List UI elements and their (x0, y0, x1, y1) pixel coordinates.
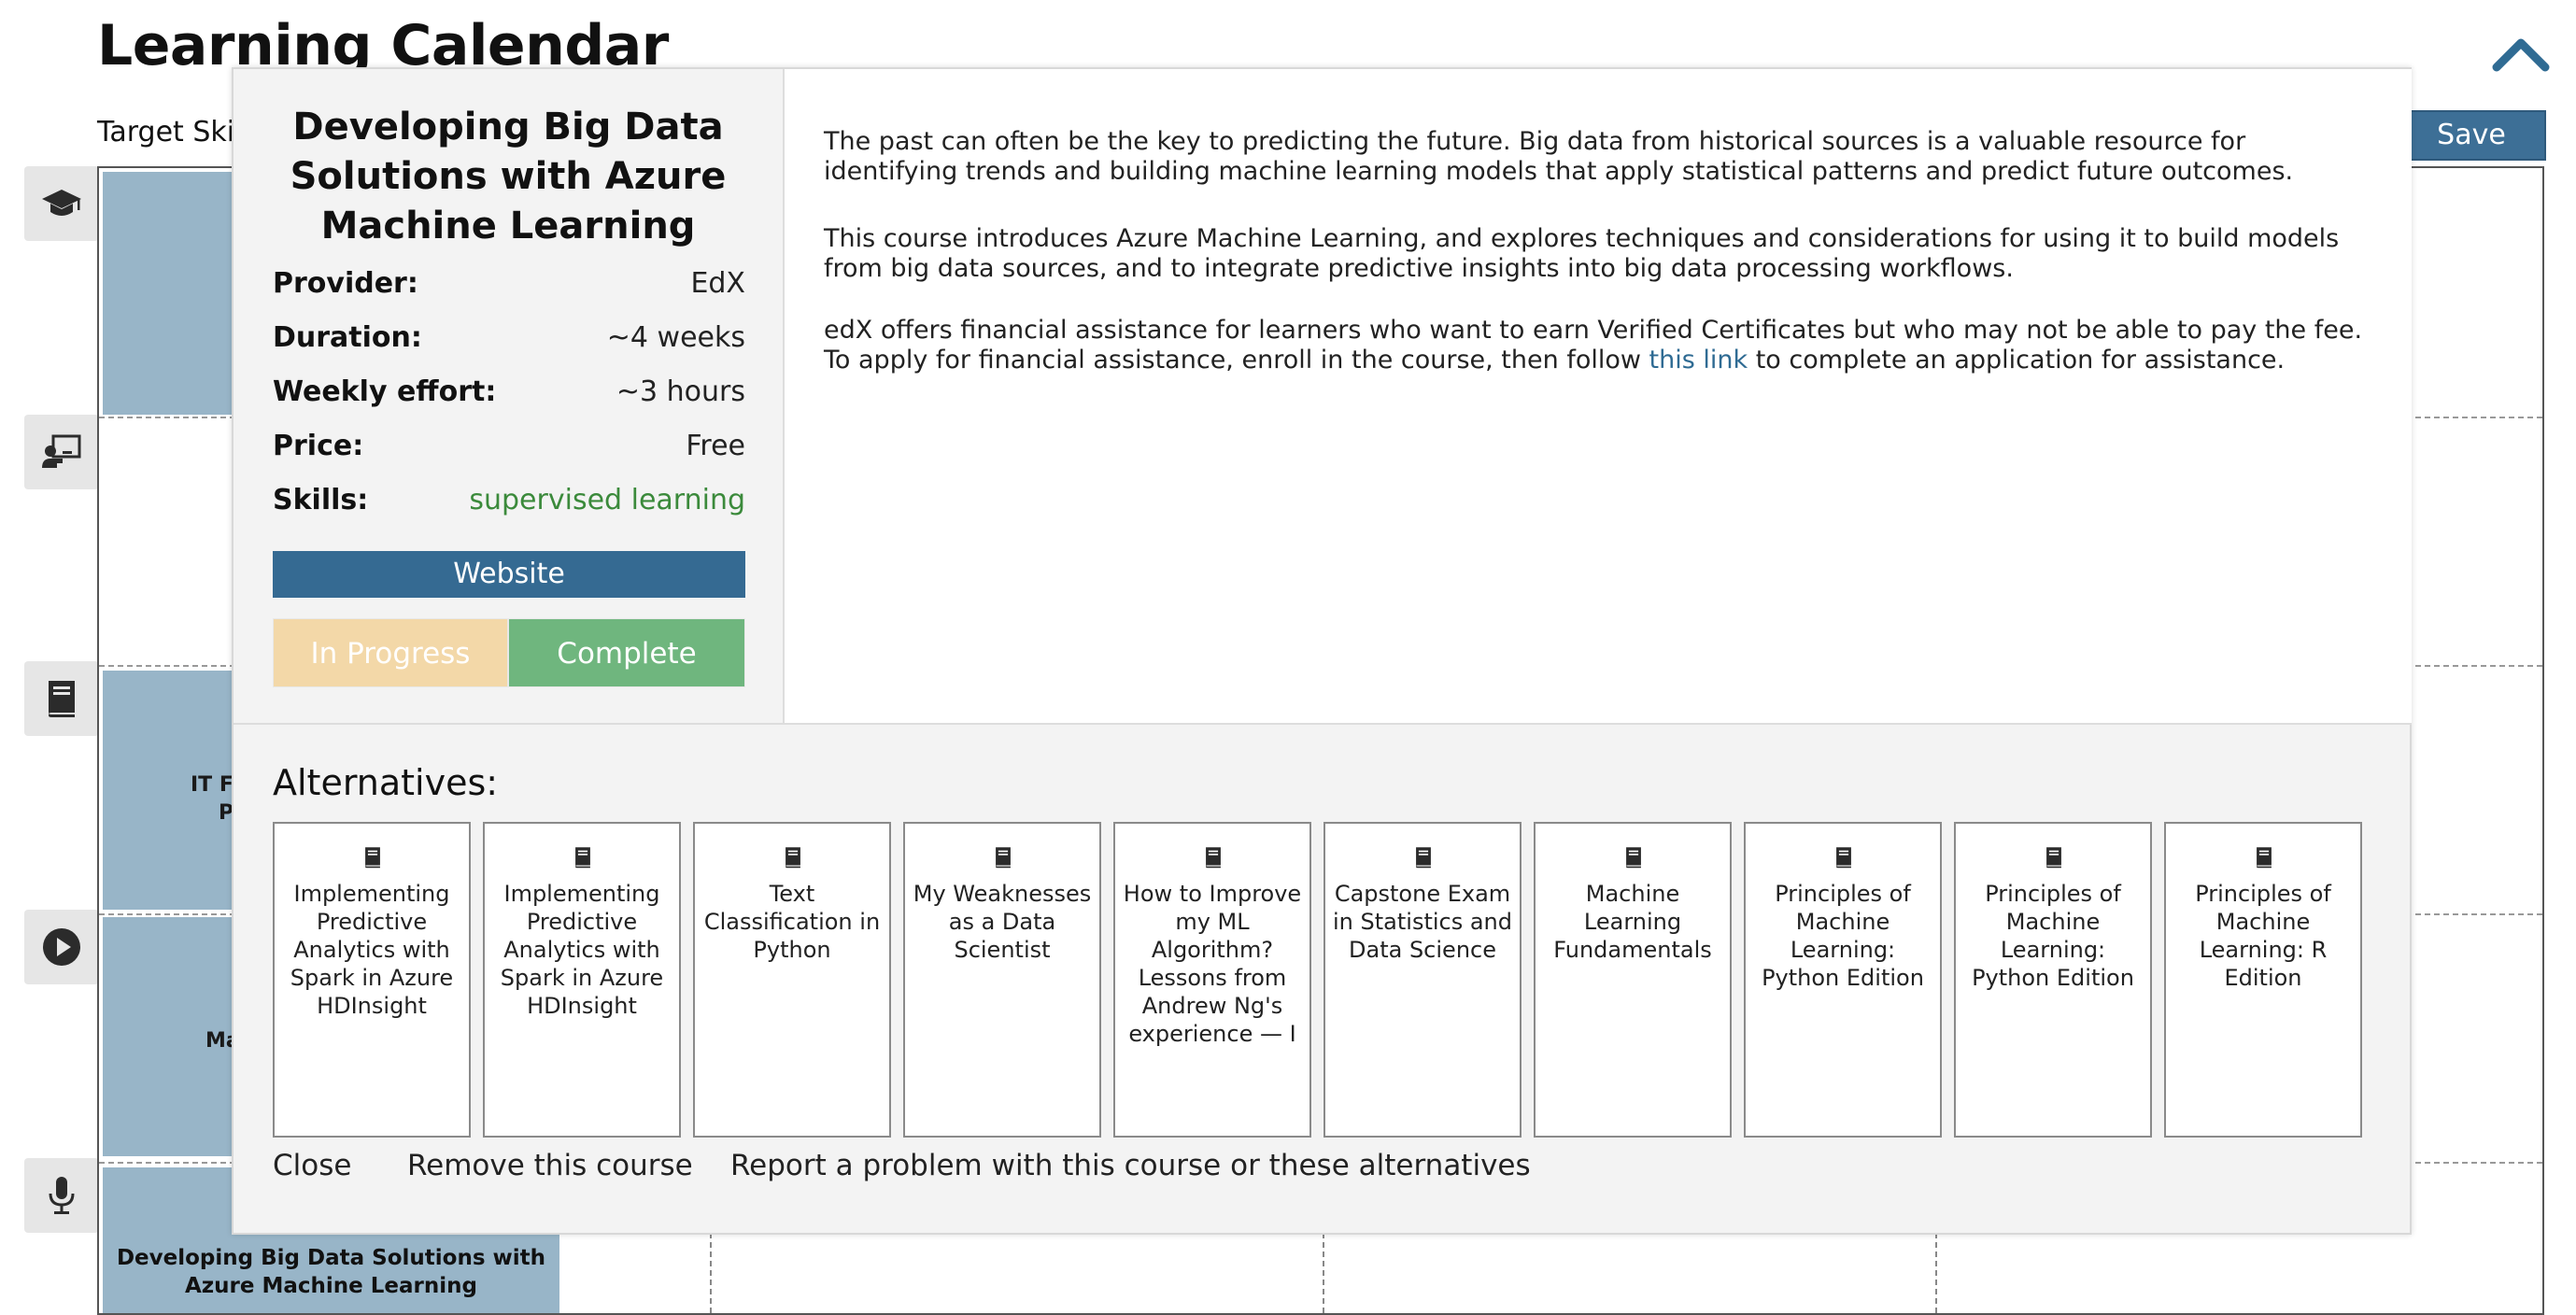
price-value: Free (686, 429, 745, 462)
weekly-effort-value: ~3 hours (616, 375, 745, 408)
course-title: Developing Big Data Solutions with Azure… (290, 106, 727, 247)
book-icon (786, 847, 800, 869)
alternative-course-card[interactable]: Text Classification in Python (693, 822, 891, 1138)
alternative-course-title: Principles of Machine Learning: R Editio… (2195, 881, 2331, 991)
weekly-effort-label: Weekly effort: (273, 375, 497, 408)
collapse-button[interactable] (2489, 28, 2553, 82)
book-icon (575, 847, 590, 869)
provider-value: EdX (690, 266, 745, 300)
weekly-effort-row: Weekly effort: ~3 hours (273, 370, 745, 413)
price-row: Price: Free (273, 424, 745, 467)
alternative-course-card[interactable]: Principles of Machine Learning: Python E… (1744, 822, 1942, 1138)
teacher-board-icon (42, 434, 81, 468)
book-icon (2257, 847, 2272, 869)
microphone-icon (49, 1177, 75, 1214)
alternative-course-card[interactable]: Implementing Predictive Analytics with S… (273, 822, 471, 1138)
save-button[interactable]: Save (2397, 110, 2546, 161)
book-icon (1416, 847, 1431, 869)
alternatives-heading: Alternatives: (273, 762, 499, 803)
duration-value: ~4 weeks (606, 320, 745, 354)
sidebar-podcast-filter[interactable] (24, 1158, 99, 1233)
sidebar-video-filter[interactable] (24, 910, 99, 984)
alternative-course-card[interactable]: Principles of Machine Learning: Python E… (1954, 822, 2152, 1138)
card-title: Developing Big Data Solutions with Azure… (116, 1246, 546, 1298)
book-icon (1626, 847, 1641, 869)
alternative-course-title: Machine Learning Fundamentals (1553, 881, 1712, 963)
alternative-course-card[interactable]: Machine Learning Fundamentals (1534, 822, 1732, 1138)
description-paragraph: The past can often be the key to predict… (824, 127, 2294, 186)
course-detail-modal: Developing Big Data Solutions with Azure… (232, 67, 2412, 1235)
duration-row: Duration: ~4 weeks (273, 316, 745, 359)
price-label: Price: (273, 429, 364, 462)
book-icon (49, 681, 75, 717)
alternative-course-card[interactable]: My Weaknesses as a Data Scientist (903, 822, 1101, 1138)
book-icon (2046, 847, 2061, 869)
description-text: to complete an application for assistanc… (1748, 346, 2286, 375)
skill-tag[interactable]: supervised learning (469, 484, 745, 516)
description-paragraph: This course introduces Azure Machine Lea… (824, 224, 2340, 283)
graduation-cap-icon (42, 190, 81, 216)
alternative-course-title: Implementing Predictive Analytics with S… (290, 881, 454, 1019)
alternative-course-card[interactable]: How to Improve my ML Algorithm? Lessons … (1113, 822, 1311, 1138)
alternative-course-title: My Weaknesses as a Data Scientist (913, 881, 1092, 963)
close-button[interactable]: Close (273, 1149, 351, 1182)
provider-row: Provider: EdX (273, 262, 745, 304)
course-info-panel: Developing Big Data Solutions with Azure… (234, 69, 785, 725)
course-description-panel: The past can often be the key to predict… (785, 69, 2412, 725)
play-icon (43, 928, 80, 966)
skills-row: Skills: supervised learning (273, 478, 745, 521)
alternative-course-title: Principles of Machine Learning: Python E… (1972, 881, 2134, 991)
chevron-up-icon (2492, 38, 2550, 72)
alternative-course-card[interactable]: Capstone Exam in Statistics and Data Sci… (1323, 822, 1522, 1138)
provider-label: Provider: (273, 266, 418, 300)
book-icon (1206, 847, 1221, 869)
alternative-course-title: Implementing Predictive Analytics with S… (500, 881, 664, 1019)
report-problem-link[interactable]: Report a problem with this course or the… (730, 1149, 1531, 1182)
skills-label: Skills: (273, 483, 369, 516)
book-icon (1836, 847, 1851, 869)
book-icon (996, 847, 1011, 869)
website-button[interactable]: Website (273, 551, 745, 598)
book-icon (365, 847, 380, 869)
alternative-course-title: Principles of Machine Learning: Python E… (1762, 881, 1924, 991)
complete-button[interactable]: Complete (508, 618, 745, 687)
duration-label: Duration: (273, 320, 422, 354)
description-paragraph: edX offers financial assistance for lear… (824, 316, 2374, 375)
alternative-course-card[interactable]: Principles of Machine Learning: R Editio… (2164, 822, 2362, 1138)
alternative-course-title: Capstone Exam in Statistics and Data Sci… (1333, 881, 1512, 963)
financial-assistance-link[interactable]: this link (1649, 346, 1748, 375)
remove-course-button[interactable]: Remove this course (407, 1149, 693, 1182)
sidebar-book-filter[interactable] (24, 661, 99, 736)
alternative-course-title: Text Classification in Python (703, 881, 881, 963)
sidebar-lecture-filter[interactable] (24, 415, 99, 489)
sidebar-course-filter[interactable] (24, 166, 99, 241)
target-skills-label: Target Skil (97, 116, 243, 148)
alternative-course-card[interactable]: Implementing Predictive Analytics with S… (483, 822, 681, 1138)
in-progress-button[interactable]: In Progress (273, 618, 508, 687)
alternative-course-title: How to Improve my ML Algorithm? Lessons … (1123, 881, 1302, 1047)
